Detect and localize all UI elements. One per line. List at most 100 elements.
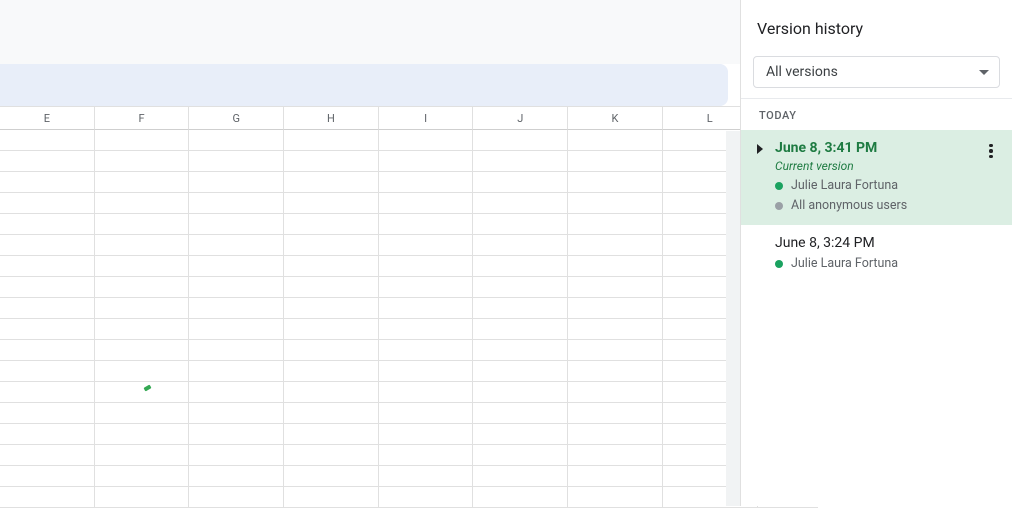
cell[interactable] (568, 151, 663, 172)
version-item[interactable]: June 8, 3:24 PMJulie Laura Fortuna (741, 225, 1012, 283)
cell[interactable] (379, 340, 474, 361)
cell[interactable] (284, 277, 379, 298)
cell[interactable] (568, 340, 663, 361)
cell[interactable] (95, 340, 190, 361)
cell[interactable] (379, 487, 474, 508)
cell[interactable] (189, 298, 284, 319)
cell[interactable] (95, 214, 190, 235)
cell[interactable] (95, 193, 190, 214)
column-header[interactable]: E (0, 106, 95, 130)
cell[interactable] (568, 361, 663, 382)
cell[interactable] (568, 487, 663, 508)
cell[interactable] (0, 214, 95, 235)
sheet-grid[interactable]: EFGHIJKL (0, 106, 740, 506)
cell[interactable] (473, 445, 568, 466)
cell[interactable] (473, 403, 568, 424)
cell[interactable] (568, 235, 663, 256)
version-item[interactable]: June 8, 3:41 PMCurrent versionJulie Laur… (741, 130, 1012, 225)
cell[interactable] (0, 382, 95, 403)
cell[interactable] (0, 403, 95, 424)
cell[interactable] (284, 424, 379, 445)
cell[interactable] (473, 361, 568, 382)
cell[interactable] (568, 277, 663, 298)
cell[interactable] (473, 466, 568, 487)
cell[interactable] (473, 487, 568, 508)
cell[interactable] (284, 361, 379, 382)
cell[interactable] (284, 382, 379, 403)
cell[interactable] (473, 382, 568, 403)
cell[interactable] (95, 319, 190, 340)
cell[interactable] (379, 319, 474, 340)
cell[interactable] (0, 487, 95, 508)
cell[interactable] (189, 130, 284, 151)
cell[interactable] (284, 130, 379, 151)
cell[interactable] (284, 235, 379, 256)
cell[interactable] (568, 214, 663, 235)
cell[interactable] (379, 403, 474, 424)
column-header[interactable]: G (189, 106, 284, 130)
cell[interactable] (284, 466, 379, 487)
cell[interactable] (284, 151, 379, 172)
cell[interactable] (284, 403, 379, 424)
cell[interactable] (284, 487, 379, 508)
cell[interactable] (95, 424, 190, 445)
formula-bar[interactable] (0, 64, 728, 106)
cell[interactable] (568, 193, 663, 214)
cell[interactable] (95, 151, 190, 172)
cell[interactable] (379, 382, 474, 403)
cell[interactable] (0, 445, 95, 466)
cell[interactable] (473, 235, 568, 256)
cell[interactable] (95, 130, 190, 151)
cell[interactable] (0, 319, 95, 340)
column-header[interactable]: F (95, 106, 190, 130)
cell[interactable] (189, 319, 284, 340)
cell[interactable] (189, 340, 284, 361)
cell[interactable] (473, 340, 568, 361)
cell[interactable] (0, 256, 95, 277)
cell[interactable] (0, 130, 95, 151)
cell[interactable] (0, 298, 95, 319)
cell[interactable] (473, 214, 568, 235)
cell[interactable] (473, 256, 568, 277)
cell[interactable] (284, 445, 379, 466)
cell[interactable] (95, 172, 190, 193)
cell[interactable] (568, 256, 663, 277)
cell[interactable] (568, 172, 663, 193)
cell[interactable] (473, 172, 568, 193)
vertical-scrollbar[interactable] (726, 131, 740, 506)
cell[interactable] (379, 466, 474, 487)
column-header[interactable]: I (379, 106, 474, 130)
cell[interactable] (0, 151, 95, 172)
cell[interactable] (473, 424, 568, 445)
cell[interactable] (95, 256, 190, 277)
cell[interactable] (189, 361, 284, 382)
grid-rows[interactable] (0, 130, 740, 506)
cell[interactable] (473, 319, 568, 340)
cell[interactable] (0, 235, 95, 256)
cell[interactable] (189, 256, 284, 277)
cell[interactable] (284, 172, 379, 193)
cell[interactable] (568, 319, 663, 340)
cell[interactable] (379, 361, 474, 382)
cell[interactable] (189, 445, 284, 466)
cell[interactable] (379, 277, 474, 298)
cell[interactable] (379, 235, 474, 256)
cell[interactable] (95, 382, 190, 403)
cell[interactable] (379, 151, 474, 172)
cell[interactable] (0, 193, 95, 214)
cell[interactable] (95, 466, 190, 487)
cell[interactable] (568, 403, 663, 424)
cell[interactable] (189, 277, 284, 298)
cell[interactable] (284, 319, 379, 340)
cell[interactable] (95, 445, 190, 466)
cell[interactable] (189, 403, 284, 424)
cell[interactable] (0, 172, 95, 193)
cell[interactable] (0, 340, 95, 361)
column-header[interactable]: H (284, 106, 379, 130)
cell[interactable] (379, 298, 474, 319)
cell[interactable] (0, 424, 95, 445)
cell[interactable] (189, 487, 284, 508)
cell[interactable] (568, 130, 663, 151)
cell[interactable] (379, 193, 474, 214)
cell[interactable] (0, 466, 95, 487)
